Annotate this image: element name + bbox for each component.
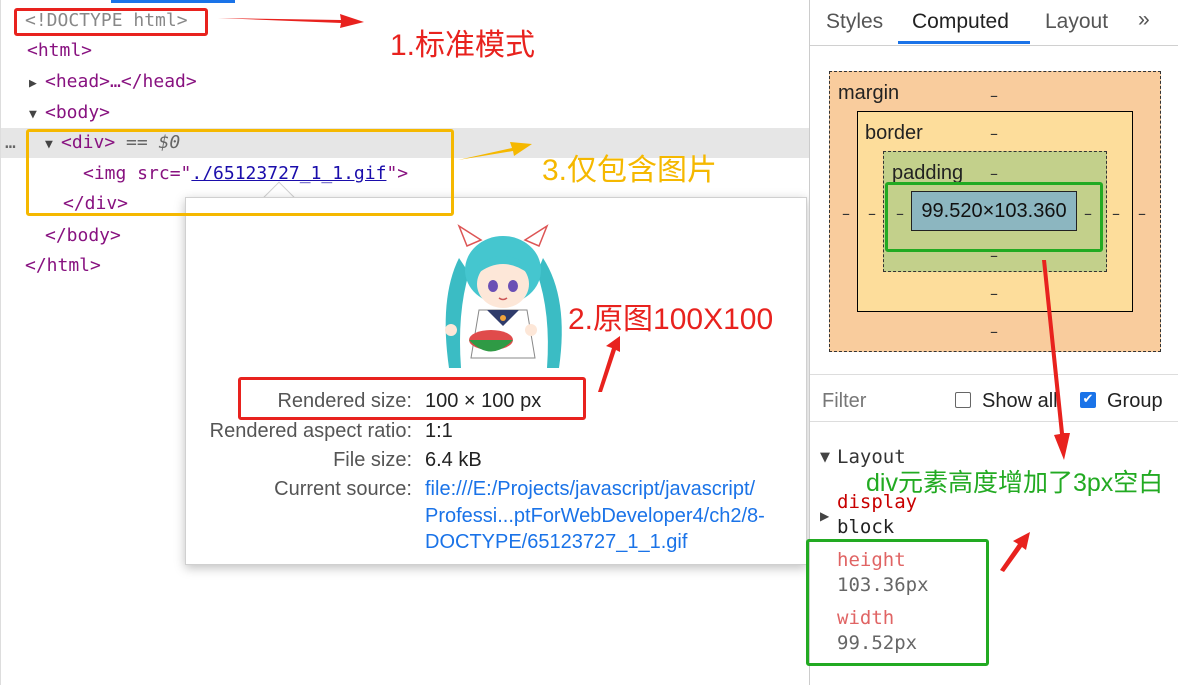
annotation-box-doctype <box>14 8 208 36</box>
margin-top-value: – <box>990 86 998 105</box>
tooltip-source-link[interactable]: file:///E:/Projects/javascript/javascrip… <box>425 478 755 501</box>
tooltip-source-line3[interactable]: DOCTYPE/65123727_1_1.gif <box>425 531 687 554</box>
property-expand-icon[interactable]: ▶ <box>820 509 829 523</box>
panel-tab-indicator <box>111 0 235 3</box>
tabs-divider <box>810 45 1178 46</box>
annotation-arrow-4 <box>1042 260 1070 460</box>
filter-input[interactable]: Filter <box>822 390 866 413</box>
annotation-arrow-1 <box>218 14 364 28</box>
tooltip-value: 1:1 <box>425 420 453 442</box>
annotation-note-4: div元素高度增加了3px空白 <box>866 469 1164 497</box>
more-tabs-icon[interactable]: » <box>1138 8 1150 32</box>
property-value-display: block <box>837 516 895 538</box>
collapse-triangle-icon[interactable]: ▼ <box>29 100 45 130</box>
dom-node-body-close[interactable]: </body> <box>45 221 121 251</box>
annotation-box-rendered-size <box>238 377 586 420</box>
padding-top-value: – <box>990 164 998 183</box>
tab-computed[interactable]: Computed <box>912 10 1009 34</box>
annotation-note-1: 1.标准模式 <box>390 29 536 62</box>
tab-styles[interactable]: Styles <box>826 10 883 34</box>
tooltip-key: Rendered aspect ratio: <box>209 420 412 442</box>
border-left-value: – <box>868 204 876 223</box>
border-label: border <box>865 122 923 144</box>
body-close-tag: </body> <box>45 225 121 246</box>
active-tab-indicator <box>898 41 1030 44</box>
image-preview <box>445 224 562 368</box>
show-all-checkbox[interactable] <box>955 392 971 408</box>
margin-left-value: – <box>842 204 850 223</box>
annotation-arrow-5 <box>1000 532 1030 572</box>
margin-label: margin <box>838 82 900 104</box>
annotation-note-2: 2.原图100X100 <box>568 303 774 336</box>
head-tag: <head>…</head> <box>45 71 197 92</box>
dom-node-head[interactable]: ▶ <head>…</head> <box>29 67 197 97</box>
border-top-value: – <box>990 124 998 143</box>
dom-node-html-close[interactable]: </html> <box>25 251 101 281</box>
margin-right-value: – <box>1138 204 1146 223</box>
dom-node-html[interactable]: <html> <box>27 36 92 66</box>
html-close-tag: </html> <box>25 255 101 276</box>
tab-layout[interactable]: Layout <box>1045 10 1108 34</box>
border-bottom-value: – <box>990 284 998 303</box>
annotation-box-div <box>26 129 454 216</box>
annotation-arrow-2 <box>598 336 620 392</box>
tooltip-key: File size: <box>333 449 412 471</box>
group-label: Group <box>1107 390 1163 412</box>
annotation-arrow-3 <box>458 142 532 160</box>
expand-triangle-icon[interactable]: ▶ <box>29 69 45 99</box>
annotation-box-content-size <box>885 182 1103 252</box>
annotation-box-dimensions <box>806 539 989 666</box>
tooltip-key: Current source: <box>274 478 412 500</box>
tooltip-value: 6.4 kB <box>425 449 482 471</box>
group-checkbox[interactable]: ✔ <box>1080 392 1096 408</box>
section-collapse-icon[interactable]: ▼ <box>820 450 830 465</box>
tooltip-source-line2[interactable]: Professi...ptForWebDeveloper4/ch2/8- <box>425 505 765 528</box>
annotation-note-3: 3.仅包含图片 <box>542 154 718 187</box>
dom-node-body[interactable]: ▼ <body> <box>29 98 110 128</box>
border-right-value: – <box>1112 204 1120 223</box>
margin-bottom-value: – <box>990 322 998 341</box>
html-open-tag: <html> <box>27 40 93 61</box>
body-open-tag: <body> <box>45 102 111 123</box>
